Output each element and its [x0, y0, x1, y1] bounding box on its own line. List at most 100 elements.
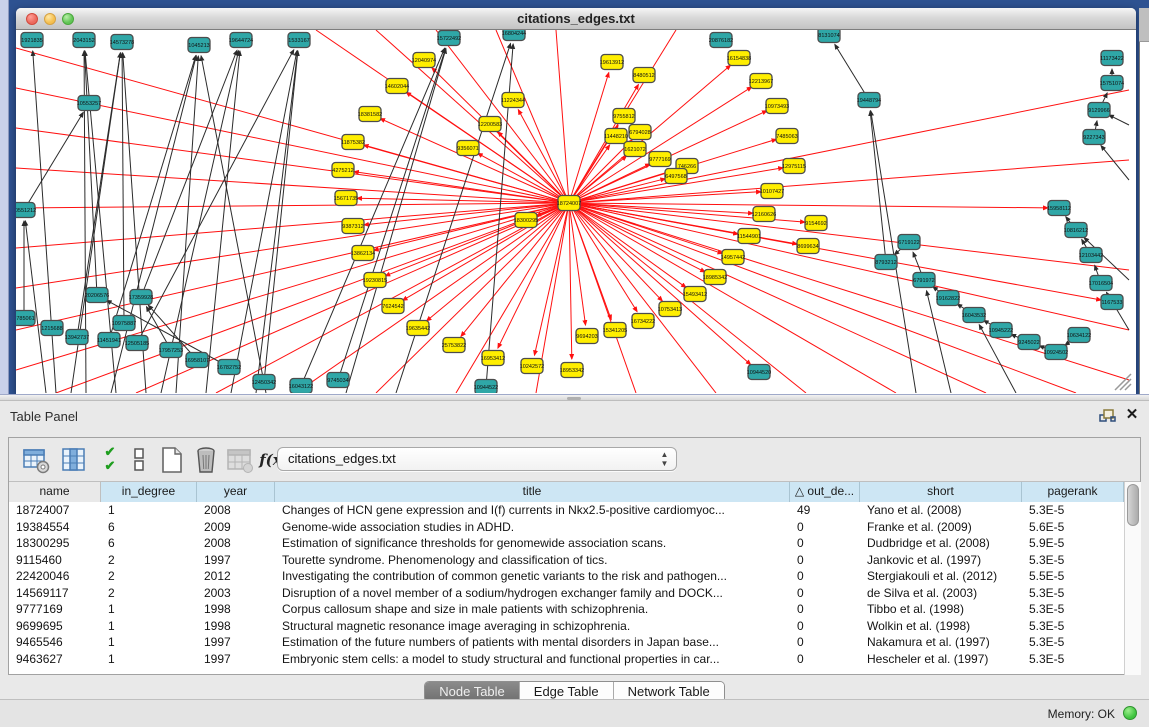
vertical-scrollbar[interactable] [1124, 482, 1141, 675]
table-row[interactable]: 977716911998Corpus callosum shape and si… [9, 601, 1124, 618]
delete-table-icon[interactable] [191, 445, 221, 475]
graph-edge[interactable] [1101, 146, 1129, 180]
table-cell[interactable]: 2 [101, 568, 197, 585]
column-visibility-icon[interactable] [59, 445, 89, 475]
table-cell[interactable]: 22420046 [9, 568, 101, 585]
table-cell[interactable]: Tourette syndrome. Phenomenology and cla… [275, 552, 790, 569]
table-select-dropdown[interactable]: citations_edges.txt ▲▼ [277, 447, 677, 471]
column-header-out_de[interactable]: △ out_de... [790, 482, 860, 502]
graph-node[interactable]: 16958107 [185, 353, 209, 368]
graph-node[interactable]: 1533167 [288, 33, 310, 48]
graph-edge[interactable] [16, 203, 569, 330]
graph-node[interactable]: 9694203 [576, 329, 598, 344]
table-cell[interactable]: Corpus callosum shape and size in male p… [275, 601, 790, 618]
table-cell[interactable]: 6 [101, 519, 197, 536]
graph-node[interactable]: 14602044 [385, 79, 409, 94]
graph-node[interactable]: 15341205 [603, 323, 627, 338]
graph-node[interactable]: 19613912 [600, 55, 624, 70]
graph-edge[interactable] [122, 53, 124, 323]
graph-edge[interactable] [24, 112, 83, 210]
memory-status-icon[interactable] [1123, 706, 1137, 720]
table-cell[interactable]: Tibbo et al. (1998) [860, 601, 1022, 618]
table-cell[interactable]: Structural magnetic resonance image aver… [275, 618, 790, 635]
table-cell[interactable]: 0 [790, 585, 860, 602]
graph-node[interactable]: 13942737 [65, 330, 89, 345]
graph-node[interactable]: 15671735 [334, 191, 358, 206]
graph-node[interactable]: 19230815 [363, 273, 387, 288]
graph-node[interactable]: 19448794 [857, 93, 881, 108]
table-cell[interactable]: Franke et al. (2009) [860, 519, 1022, 536]
graph-edge[interactable] [498, 132, 569, 203]
graph-node[interactable]: 10924502 [1044, 345, 1068, 360]
table-cell[interactable]: 0 [790, 519, 860, 536]
table-cell[interactable]: Nakamura et al. (1997) [860, 634, 1022, 651]
graph-edge[interactable] [569, 203, 1101, 300]
graph-node[interactable]: 10975887 [112, 316, 136, 331]
graph-node[interactable]: 16154838 [727, 51, 751, 66]
graph-node[interactable]: 10944520 [747, 365, 771, 380]
table-cell[interactable]: 2 [101, 585, 197, 602]
table-cell[interactable]: Hescheler et al. (1997) [860, 651, 1022, 668]
graph-node[interactable]: 16804244 [502, 30, 526, 41]
table-cell[interactable]: 5.3E-5 [1022, 601, 1124, 618]
graph-node[interactable]: 10973493 [765, 99, 789, 114]
table-cell[interactable]: 1 [101, 651, 197, 668]
graph-node[interactable]: 10634122 [1067, 328, 1091, 343]
table-cell[interactable]: 2008 [197, 502, 275, 519]
table-settings-icon[interactable] [21, 445, 51, 475]
graph-node[interactable]: 15958112 [1047, 201, 1071, 216]
graph-node[interactable]: 18300295 [514, 213, 538, 228]
graph-node[interactable]: 9387312 [342, 219, 364, 234]
graph-node[interactable]: 7624542 [382, 299, 404, 314]
graph-edge[interactable] [569, 90, 1129, 203]
graph-node[interactable]: 6794028 [629, 125, 651, 140]
graph-node[interactable]: 8699634 [797, 239, 819, 254]
table-cell[interactable]: 5.3E-5 [1022, 552, 1124, 569]
table-cell[interactable]: 1997 [197, 651, 275, 668]
graph-edge[interactable] [264, 51, 298, 382]
close-panel-icon[interactable]: ✕ [1124, 406, 1140, 424]
window-titlebar[interactable]: citations_edges.txt [16, 8, 1136, 30]
table-cell[interactable]: 9699695 [9, 618, 101, 635]
table-cell[interactable]: 14569117 [9, 585, 101, 602]
graph-edge[interactable] [16, 203, 569, 288]
column-header-short[interactable]: short [860, 482, 1022, 502]
table-cell[interactable]: 1998 [197, 618, 275, 635]
table-cell[interactable]: 9777169 [9, 601, 101, 618]
graph-edge[interactable] [256, 51, 298, 393]
row-height-icon[interactable] [125, 445, 155, 475]
graph-edge[interactable] [33, 51, 56, 393]
graph-node[interactable]: 14573278 [110, 35, 134, 50]
graph-node[interactable]: 11173422 [1100, 51, 1124, 66]
table-cell[interactable]: 5.5E-5 [1022, 568, 1124, 585]
graph-node[interactable]: 9356071 [457, 141, 479, 156]
table-cell[interactable]: Disruption of a novel member of a sodium… [275, 585, 790, 602]
graph-node[interactable]: 10553257 [77, 96, 101, 111]
table-cell[interactable]: Investigating the contribution of common… [275, 568, 790, 585]
table-cell[interactable]: 49 [790, 502, 860, 519]
column-header-name[interactable]: name [9, 482, 101, 502]
table-row[interactable]: 969969511998Structural magnetic resonanc… [9, 618, 1124, 635]
table-cell[interactable]: 2008 [197, 535, 275, 552]
table-cell[interactable]: 0 [790, 535, 860, 552]
graph-node[interactable]: 9755812 [613, 109, 635, 124]
graph-edge[interactable] [1109, 115, 1129, 125]
table-row[interactable]: 1456911722003Disruption of a novel membe… [9, 585, 1124, 602]
graph-node[interactable]: 1045213 [188, 38, 210, 53]
table-cell[interactable]: 1 [101, 601, 197, 618]
graph-node[interactable]: 25753822 [442, 338, 466, 353]
graph-node[interactable]: 11544901 [737, 229, 761, 244]
graph-node[interactable]: 1921835 [21, 33, 43, 48]
graph-node[interactable]: 11224344 [501, 93, 525, 108]
new-table-icon[interactable] [157, 445, 187, 475]
graph-edge[interactable] [534, 203, 569, 355]
table-cell[interactable]: 5.3E-5 [1022, 502, 1124, 519]
graph-edge[interactable] [569, 203, 1076, 393]
graph-node[interactable]: 12505185 [125, 336, 149, 351]
table-cell[interactable]: 9463627 [9, 651, 101, 668]
graph-node[interactable]: 12213967 [749, 74, 773, 89]
table-cell[interactable]: 18300295 [9, 535, 101, 552]
graph-node[interactable]: 10816212 [1064, 223, 1088, 238]
graph-node[interactable]: 15493412 [683, 287, 707, 302]
graph-node[interactable]: 20876182 [709, 33, 733, 48]
